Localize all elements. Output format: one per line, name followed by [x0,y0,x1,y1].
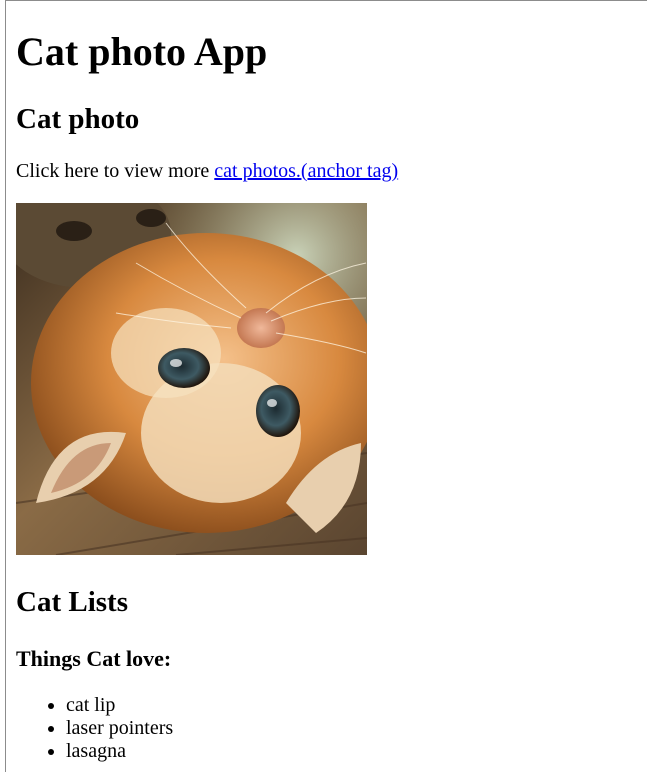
cat-photo-image [16,203,367,555]
cat-photo-heading: Cat photo [16,103,140,135]
intro-text: Click here to view more [16,160,215,182]
list-item: laser pointers [66,717,173,740]
intro-paragraph: Click here to view more cat photos.(anch… [16,159,398,183]
cat-photos-link[interactable]: cat photos.(anchor tag) [214,160,398,182]
cat-lists-heading: Cat Lists [16,586,128,618]
list-item: cat lip [66,694,173,717]
things-cat-love-list: cat lip laser pointers lasagna [16,694,173,763]
things-cat-love-heading: Things Cat love: [16,646,172,671]
list-item: lasagna [66,740,173,763]
page-title: Cat photo App [16,29,268,74]
